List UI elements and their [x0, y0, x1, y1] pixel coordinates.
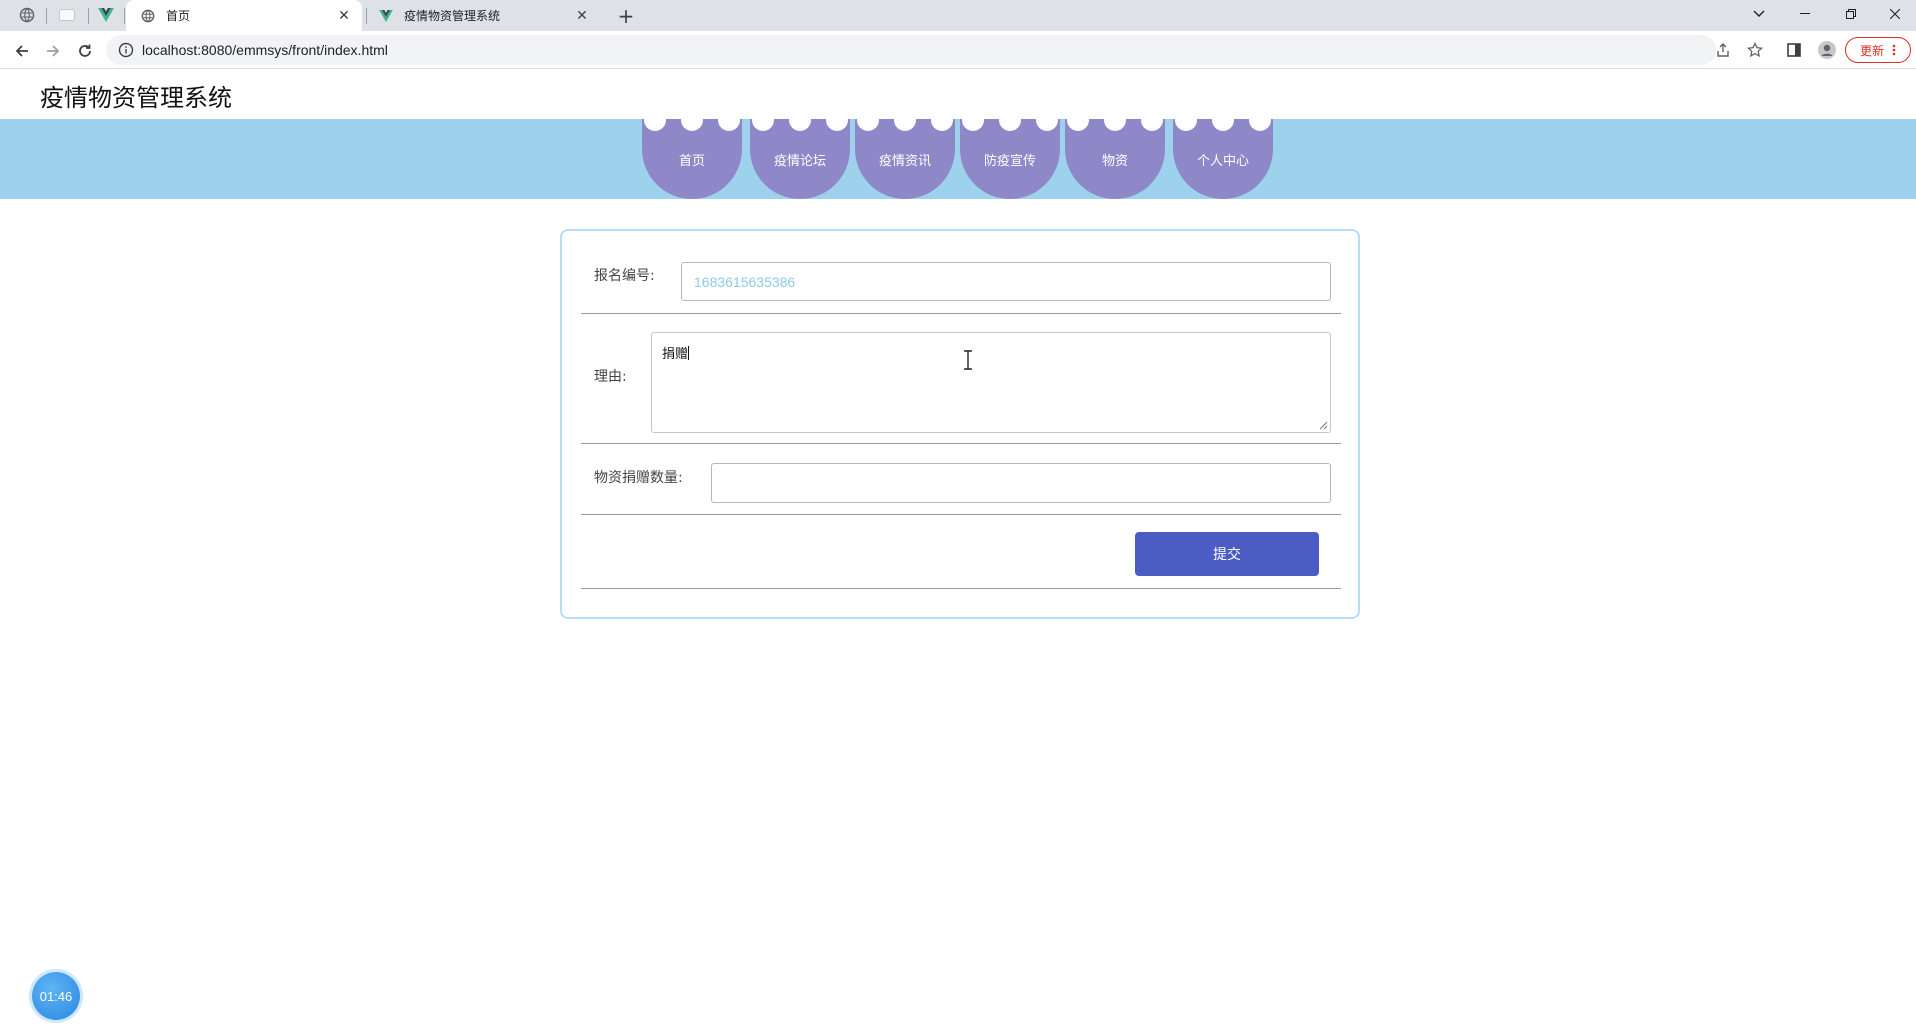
main-nav: 首页 疫情论坛 疫情资讯 防疫宣传 物资 个人中心 [0, 109, 1916, 199]
nav-item-supplies[interactable]: 物资 [1065, 109, 1165, 199]
timer-badge[interactable]: 01:46 [32, 972, 80, 1020]
info-icon[interactable] [118, 42, 134, 58]
nav-label: 物资 [1101, 153, 1128, 169]
update-button[interactable]: 更新 [1845, 37, 1911, 63]
timer-value: 01:46 [39, 988, 73, 1004]
tab-title: 首页 [166, 9, 191, 23]
update-label: 更新 [1859, 43, 1884, 58]
nav-label: 防疫宣传 [983, 153, 1036, 169]
forward-icon[interactable] [39, 37, 67, 65]
address-bar[interactable]: localhost:8080/emmsys/front/index.html [106, 35, 1716, 65]
reason-value: 捐赠 [662, 347, 689, 362]
browser-toolbar: localhost:8080/emmsys/front/index.html 更… [0, 31, 1916, 69]
signup-no-label: 报名编号: [594, 268, 655, 284]
back-icon[interactable] [8, 37, 36, 65]
tab-search-icon[interactable] [1736, 0, 1782, 28]
signup-no-value: 1683615635386 [694, 273, 796, 290]
vue-logo-icon [98, 8, 114, 22]
restore-icon[interactable] [1828, 0, 1874, 28]
reason-label: 理由: [594, 369, 627, 385]
quantity-label: 物资捐赠数量: [594, 470, 683, 486]
share-icon[interactable] [1713, 40, 1733, 60]
sidepanel-icon[interactable] [1784, 40, 1804, 60]
window-close-icon[interactable] [1874, 0, 1916, 28]
site-title: 疫情物资管理系统 [40, 85, 232, 112]
text-cursor-icon [964, 350, 972, 370]
browser-tabstrip: 首页 ✕ 疫情物资管理系统 ✕ + [0, 0, 1916, 31]
submit-button[interactable]: 提交 [1135, 532, 1319, 576]
nav-label: 疫情资讯 [878, 153, 931, 169]
tab-home[interactable]: 首页 ✕ [126, 0, 362, 31]
reason-textarea[interactable]: 捐赠 [651, 332, 1331, 433]
row-divider [581, 514, 1341, 515]
tab-title: 疫情物资管理系统 [404, 9, 501, 23]
resize-grip-icon[interactable] [1319, 421, 1328, 430]
star-icon[interactable] [1745, 40, 1765, 60]
submit-label: 提交 [1213, 547, 1241, 563]
address-url: localhost:8080/emmsys/front/index.html [142, 42, 388, 58]
nav-item-profile[interactable]: 个人中心 [1173, 109, 1273, 199]
close-icon[interactable]: ✕ [334, 6, 354, 26]
nav-item-publicity[interactable]: 防疫宣传 [960, 109, 1060, 199]
pinned-tab-globe[interactable] [12, 3, 42, 27]
nav-label: 个人中心 [1196, 153, 1249, 169]
tab-separator [88, 8, 89, 24]
pinned-tab-vue[interactable] [91, 3, 121, 27]
profile-icon[interactable] [1817, 40, 1837, 60]
tab-emmsys[interactable]: 疫情物资管理系统 ✕ [364, 0, 600, 31]
minimize-icon[interactable] [1782, 0, 1828, 28]
quantity-field[interactable] [711, 463, 1331, 503]
row-divider [581, 588, 1341, 589]
nav-label: 首页 [678, 153, 705, 169]
globe-icon [19, 7, 35, 23]
nav-label: 疫情论坛 [773, 153, 826, 169]
menu-icon [1892, 44, 1896, 56]
nav-item-news[interactable]: 疫情资讯 [855, 109, 955, 199]
new-tab-button[interactable]: + [614, 4, 638, 28]
vue-logo-icon [378, 8, 394, 24]
row-divider [581, 313, 1341, 314]
globe-icon [140, 8, 156, 24]
signup-no-field[interactable]: 1683615635386 [681, 262, 1331, 301]
tab-separator [46, 8, 47, 24]
tab-separator [124, 8, 125, 24]
blank-page-icon [59, 9, 75, 21]
reload-icon[interactable] [71, 37, 99, 65]
nav-item-forum[interactable]: 疫情论坛 [750, 109, 850, 199]
text-caret [688, 346, 690, 360]
pinned-tab-blank[interactable] [52, 3, 82, 27]
nav-item-home[interactable]: 首页 [642, 109, 742, 199]
donation-form: 报名编号: 1683615635386 理由: 捐赠 物资捐赠数量: 提交 [560, 229, 1360, 619]
row-divider [581, 443, 1341, 444]
close-icon[interactable]: ✕ [572, 6, 592, 26]
